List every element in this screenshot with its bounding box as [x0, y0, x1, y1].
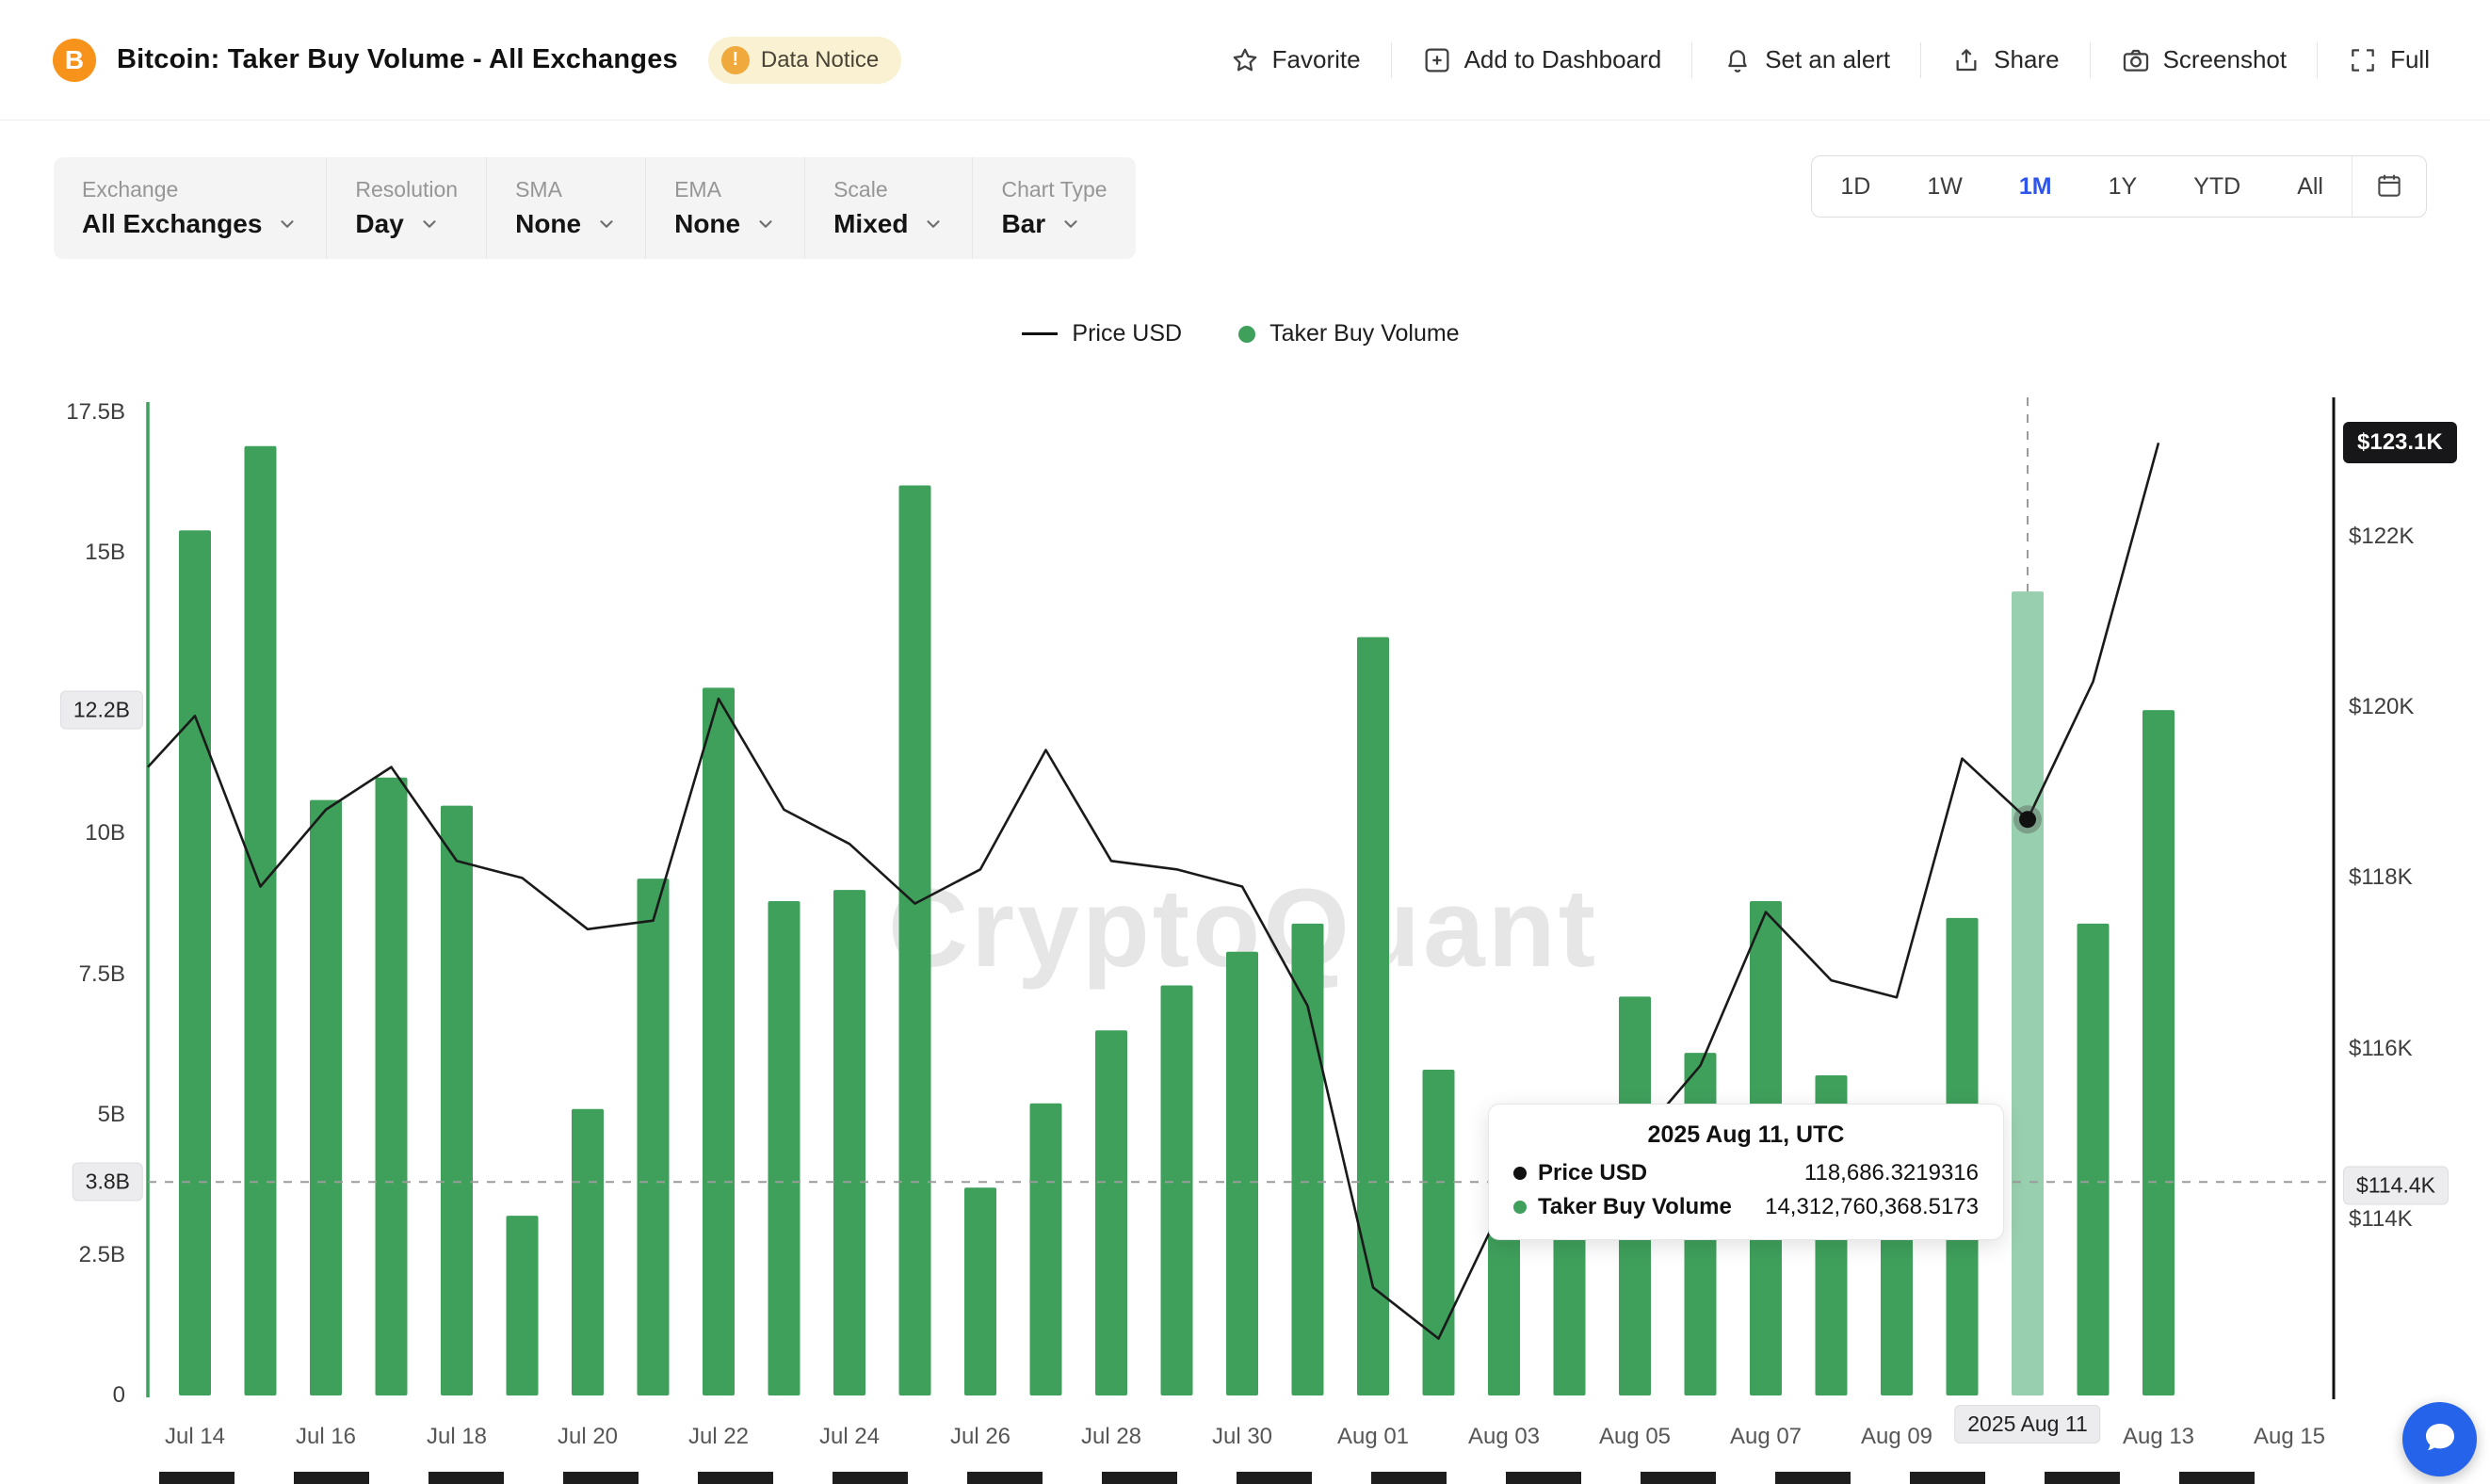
tooltip-price-label: Price USD: [1538, 1160, 1647, 1186]
volume-bar[interactable]: [507, 1216, 539, 1395]
navigator-segment[interactable]: [428, 1472, 504, 1484]
volume-dot-icon: [1513, 1201, 1527, 1214]
tooltip-price-value: 118,686.3219316: [1804, 1160, 1979, 1186]
navigator-segment[interactable]: [833, 1472, 908, 1484]
chart-tooltip: 2025 Aug 11, UTC Price USD 118,686.32193…: [1488, 1104, 2004, 1240]
volume-bar[interactable]: [1161, 986, 1193, 1395]
volume-bar[interactable]: [1226, 952, 1258, 1395]
navigator-segment[interactable]: [2045, 1472, 2120, 1484]
volume-bar[interactable]: [638, 879, 670, 1395]
volume-bar[interactable]: [703, 687, 735, 1395]
volume-bar[interactable]: [310, 800, 342, 1395]
navigator-segment[interactable]: [2179, 1472, 2255, 1484]
navigator-segment[interactable]: [1371, 1472, 1447, 1484]
volume-bar[interactable]: [572, 1109, 604, 1395]
volume-bar[interactable]: [1292, 924, 1324, 1395]
tooltip-volume-label: Taker Buy Volume: [1538, 1194, 1732, 1220]
volume-bar[interactable]: [964, 1187, 996, 1395]
tooltip-row-volume: Taker Buy Volume 14,312,760,368.5173: [1513, 1194, 1979, 1220]
volume-bar[interactable]: [245, 446, 277, 1395]
volume-bar[interactable]: [1095, 1030, 1127, 1395]
volume-bar[interactable]: [441, 806, 473, 1395]
volume-bar[interactable]: [179, 530, 211, 1395]
navigator-segment[interactable]: [1506, 1472, 1581, 1484]
volume-bar[interactable]: [1357, 637, 1389, 1395]
navigator-segment[interactable]: [1910, 1472, 1985, 1484]
navigator-segment[interactable]: [1237, 1472, 1312, 1484]
volume-bar[interactable]: [833, 890, 865, 1395]
navigator-segment[interactable]: [563, 1472, 639, 1484]
navigator-segment[interactable]: [294, 1472, 369, 1484]
tooltip-title: 2025 Aug 11, UTC: [1513, 1121, 1979, 1149]
volume-bar[interactable]: [376, 778, 408, 1395]
navigator-segment[interactable]: [1102, 1472, 1177, 1484]
price-dot-icon: [1513, 1167, 1527, 1180]
chat-launcher-button[interactable]: [2402, 1402, 2477, 1476]
navigator-segment[interactable]: [967, 1472, 1043, 1484]
volume-bar[interactable]: [1423, 1070, 1455, 1395]
chart-canvas[interactable]: [0, 0, 2490, 1484]
navigator-segment[interactable]: [159, 1472, 234, 1484]
volume-bar[interactable]: [2142, 710, 2175, 1395]
volume-bar[interactable]: [2012, 591, 2044, 1395]
navigator-segment[interactable]: [698, 1472, 773, 1484]
tooltip-date: 2025 Aug 11: [1648, 1121, 1784, 1148]
volume-bar[interactable]: [768, 901, 800, 1395]
tooltip-volume-value: 14,312,760,368.5173: [1765, 1194, 1979, 1220]
tooltip-row-price: Price USD 118,686.3219316: [1513, 1160, 1979, 1186]
navigator-segment[interactable]: [1775, 1472, 1851, 1484]
volume-bar[interactable]: [2078, 924, 2110, 1395]
price-marker-dot: [2019, 811, 2036, 828]
chat-icon: [2421, 1419, 2459, 1460]
volume-bar[interactable]: [1030, 1104, 1062, 1395]
tooltip-timezone: , UTC: [1783, 1121, 1844, 1148]
navigator-segment[interactable]: [1641, 1472, 1716, 1484]
volume-bar[interactable]: [899, 486, 931, 1395]
